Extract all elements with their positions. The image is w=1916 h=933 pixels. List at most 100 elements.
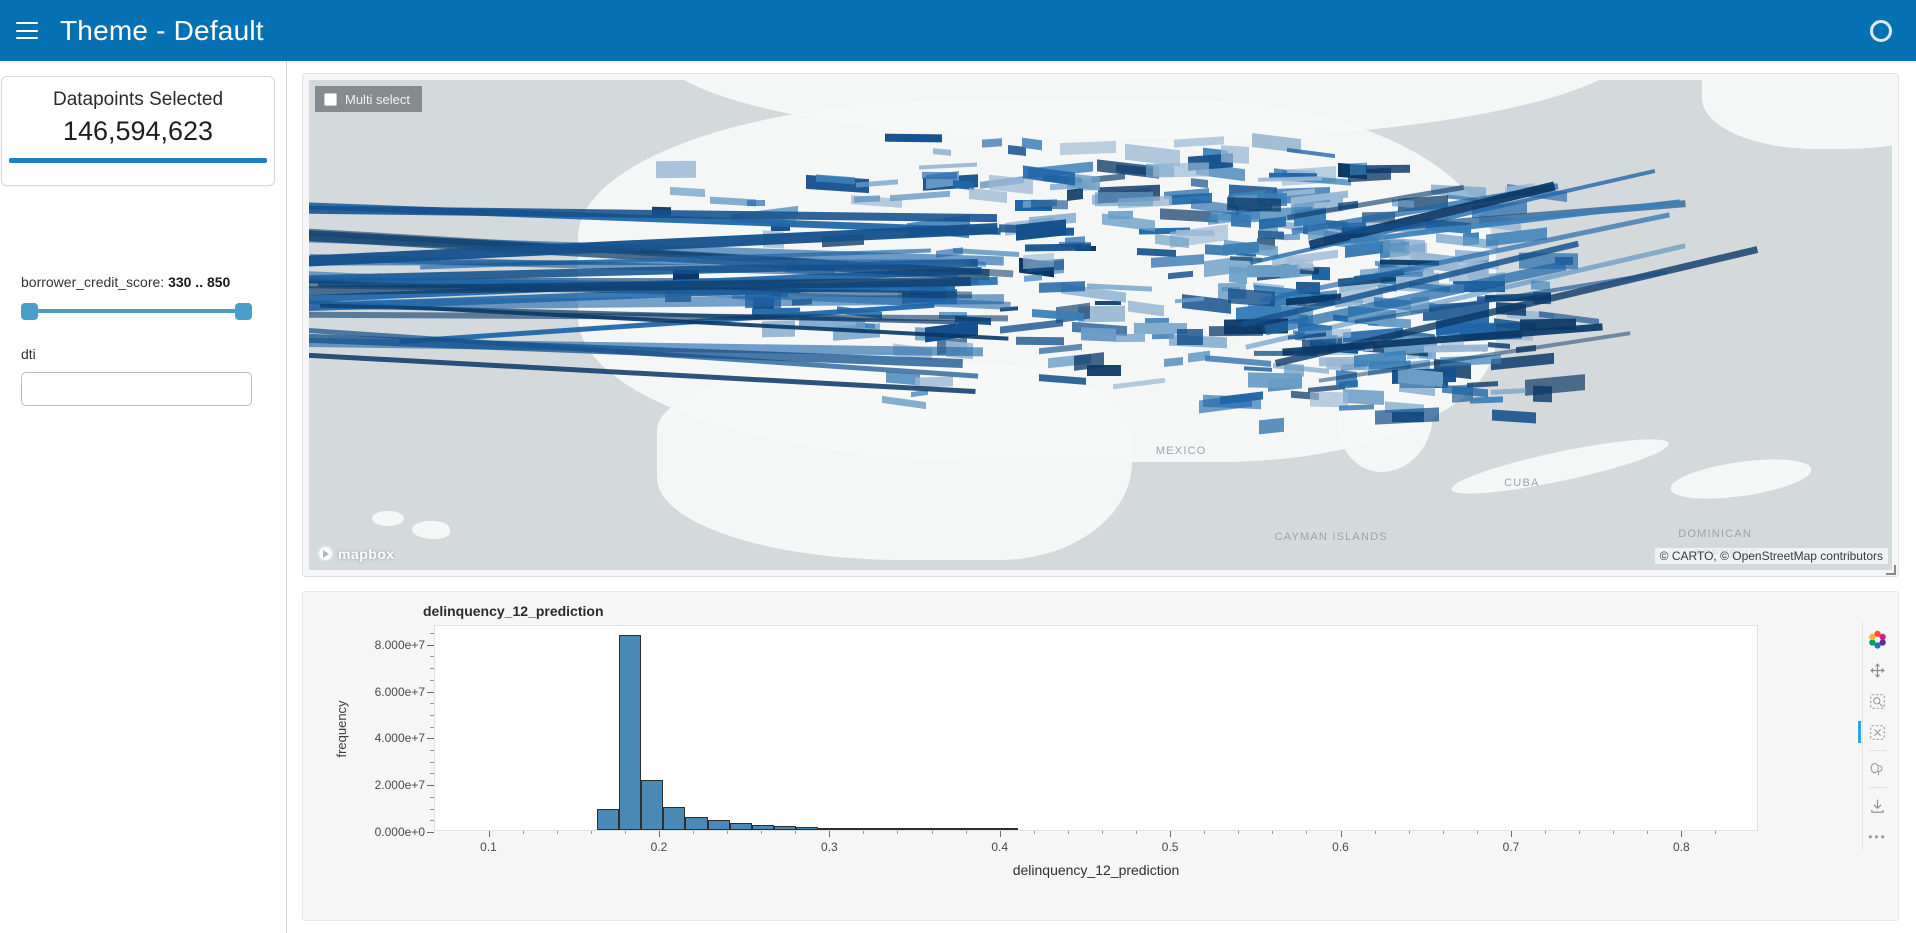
choropleth-polygon: [1177, 328, 1204, 345]
choropleth-polygon: [1024, 274, 1043, 282]
lasso-select-tool-icon[interactable]: [1865, 756, 1891, 782]
choropleth-polygon: [1247, 265, 1300, 278]
toolbar-divider: [1868, 750, 1887, 751]
x-axis-minor-tick: [897, 831, 899, 834]
x-axis-minor-tick: [590, 831, 592, 834]
x-axis-minor-tick: [1613, 831, 1615, 834]
x-axis-minor-tick: [1136, 831, 1138, 834]
histogram-bar: [707, 820, 730, 830]
control-borrower-credit-score: borrower_credit_score: 330 .. 850: [0, 274, 287, 320]
y-axis-tick-label: 2.000e+7: [374, 778, 425, 793]
choropleth-polygon: [918, 162, 977, 170]
multi-select-toggle[interactable]: Multi select: [315, 86, 423, 112]
x-axis-minor-tick: [1306, 831, 1308, 834]
datapoints-selected-card: Datapoints Selected 146,594,623: [1, 76, 275, 186]
x-axis-minor-tick: [1545, 831, 1546, 834]
choropleth-polygon: [1286, 147, 1335, 158]
choropleth-polygon: [1114, 334, 1145, 343]
map-place-label: CUBA: [1504, 476, 1540, 489]
x-axis-tick-label: 0.2: [650, 840, 668, 854]
histogram-bar: [818, 827, 841, 830]
mapbox-wordmark: mapbox: [338, 545, 395, 562]
choropleth-polygon: [1167, 270, 1193, 279]
choropleth-polygon: [1094, 191, 1153, 207]
bokeh-logo-icon[interactable]: [1865, 626, 1891, 652]
multi-select-label: Multi select: [345, 91, 411, 107]
histogram-bars: [435, 626, 1757, 830]
choropleth-polygon: [1067, 187, 1084, 201]
choropleth-polygon: [882, 395, 927, 409]
dti-label: dti: [21, 346, 36, 362]
map-panel: MEXICOCUBACAYMAN ISLANDSDOMINICANREPUBLI…: [302, 73, 1899, 577]
choropleth-polygon: [921, 171, 957, 180]
choropleth-polygon: [747, 199, 766, 207]
main-content: MEXICOCUBACAYMAN ISLANDSDOMINICANREPUBLI…: [287, 61, 1916, 933]
borrower-credit-score-slider[interactable]: [21, 302, 252, 320]
histogram-bar: [884, 828, 907, 830]
histogram-bar: [641, 779, 664, 830]
x-axis-minor-tick: [1476, 831, 1478, 834]
x-axis-minor-tick: [1442, 831, 1444, 834]
histogram-bar: [929, 828, 952, 830]
x-axis-tick-label: 0.5: [1161, 840, 1179, 854]
x-axis-minor-tick: [556, 831, 558, 834]
toolbar-divider-2: [1868, 787, 1887, 788]
app-header: Theme - Default: [0, 0, 1916, 61]
y-axis-label: frequency: [334, 700, 350, 758]
x-axis-minor-tick: [522, 831, 524, 834]
choropleth-polygon: [1366, 164, 1411, 174]
multi-select-checkbox-icon[interactable]: [324, 92, 337, 106]
map-resize-handle[interactable]: [1886, 565, 1896, 575]
choropleth-polygon: [1016, 227, 1075, 237]
x-axis-minor-tick: [1374, 831, 1376, 834]
choropleth-polygon: [1153, 162, 1210, 178]
choropleth-polygon: [1491, 388, 1527, 395]
choropleth-polygon: [1259, 417, 1285, 434]
x-axis-minor-tick: [1408, 831, 1410, 834]
x-axis-tick-mark: [1340, 831, 1342, 837]
slider-handle-min[interactable]: [21, 303, 38, 320]
map-canvas[interactable]: MEXICOCUBACAYMAN ISLANDSDOMINICANREPUBLI…: [309, 80, 1892, 570]
y-axis-tick-mark: [427, 691, 434, 693]
x-axis-minor-tick: [863, 831, 865, 834]
x-axis-minor-tick: [931, 831, 933, 834]
slider-handle-max[interactable]: [235, 303, 252, 320]
choropleth-polygon: [1173, 136, 1224, 148]
x-axis-tick-mark: [829, 831, 831, 837]
choropleth-polygon: [1108, 211, 1133, 220]
x-axis-minor-tick: [1238, 831, 1240, 834]
plot-area[interactable]: [434, 625, 1758, 831]
choropleth-polygon: [1339, 403, 1375, 411]
x-axis-tick-label: 0.6: [1332, 840, 1349, 854]
box-zoom-tool-icon[interactable]: [1865, 688, 1891, 714]
choropleth-polygon: [1258, 230, 1285, 240]
x-axis-tick-label: 0.4: [991, 840, 1009, 854]
dti-input[interactable]: [21, 372, 252, 406]
slider-label: borrower_credit_score: 330 .. 850: [21, 274, 287, 290]
histogram-bar: [862, 828, 885, 830]
choropleth-polygon: [1247, 372, 1302, 390]
x-axis-minor-tick: [1067, 831, 1069, 834]
choropleth-polygon: [1127, 301, 1164, 318]
stat-card-progress-bar: [9, 158, 267, 163]
choropleth-polygon: [1229, 265, 1248, 284]
pan-tool-icon[interactable]: [1865, 657, 1891, 683]
map-attribution[interactable]: © CARTO, © OpenStreetMap contributors: [1654, 548, 1888, 564]
x-axis-minor-tick: [965, 831, 967, 834]
x-axis-tick-mark: [488, 831, 490, 837]
box-select-tool-icon[interactable]: [1857, 719, 1891, 745]
x-axis-minor-tick: [1272, 831, 1274, 834]
stat-card-title: Datapoints Selected: [52, 89, 224, 110]
x-axis-minor-tick: [795, 831, 797, 834]
histogram-bar: [596, 808, 620, 830]
save-tool-icon[interactable]: [1865, 793, 1891, 819]
histogram-panel: delinquency_12_prediction frequency 0.00…: [302, 591, 1899, 921]
mapbox-logo[interactable]: mapbox: [317, 545, 395, 562]
more-tools-icon[interactable]: •••: [1865, 824, 1891, 850]
y-axis-tick-label: 6.000e+7: [374, 684, 425, 699]
x-axis-tick-label: 0.3: [820, 840, 838, 854]
choropleth-polygon: [655, 161, 696, 179]
x-axis-label: delinquency_12_prediction: [1012, 862, 1180, 878]
hamburger-menu-icon[interactable]: [16, 22, 38, 39]
choropleth-polygon: [1488, 342, 1511, 349]
